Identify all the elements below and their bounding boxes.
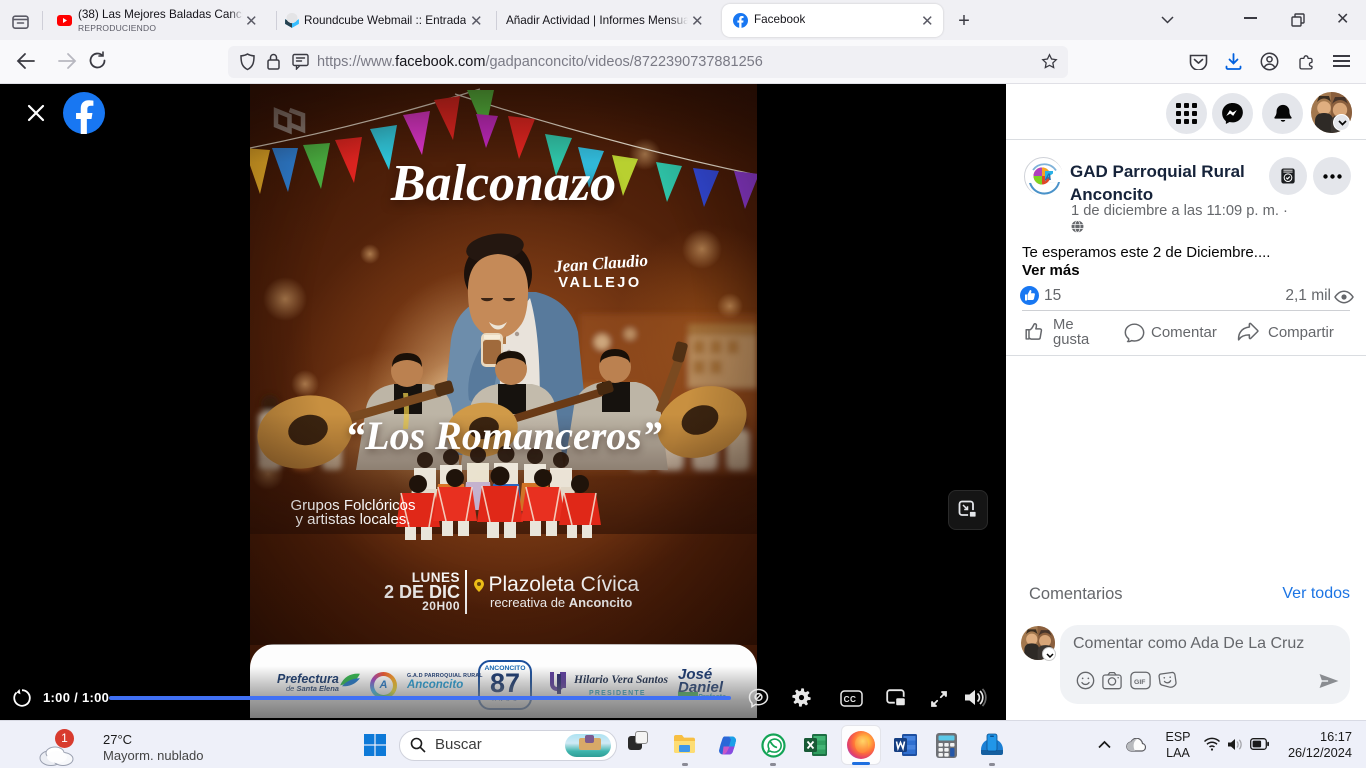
svg-text:CC: CC — [844, 695, 857, 704]
svg-text:GIF: GIF — [1134, 679, 1145, 686]
svg-text:A: A — [1044, 172, 1052, 182]
